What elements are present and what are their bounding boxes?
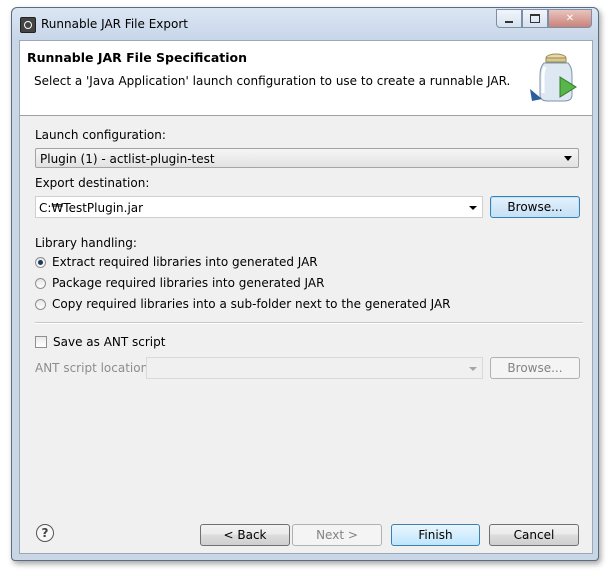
help-icon[interactable]: ? [36,524,54,542]
chevron-down-icon [469,367,477,371]
ant-script-location-label: ANT script location: [35,361,153,375]
radio-package-libraries[interactable] [35,278,46,289]
window-controls: ✕ [496,9,592,29]
library-handling-label: Library handling: [35,236,137,250]
wizard-header: Runnable JAR File Specification Select a… [20,41,592,116]
back-button[interactable]: < Back [200,524,290,546]
section-divider [35,322,583,324]
finish-button[interactable]: Finish [391,524,480,546]
radio-package-libraries-label[interactable]: Package required libraries into generate… [52,276,324,290]
minimize-icon [505,20,513,23]
radio-copy-libraries[interactable] [35,299,46,310]
chevron-down-icon [469,206,477,210]
close-button[interactable]: ✕ [548,9,592,28]
radio-extract-libraries-label[interactable]: Extract required libraries into generate… [52,255,318,269]
launch-configuration-value: Plugin (1) - actlist-plugin-test [40,152,215,166]
dialog-window: Runnable JAR File Export ✕ Runnable JAR … [11,7,599,561]
save-ant-script-checkbox[interactable] [35,336,47,348]
jar-export-icon [530,53,577,102]
close-icon: ✕ [565,13,575,24]
window-title: Runnable JAR File Export [41,17,188,31]
cancel-button[interactable]: Cancel [489,524,579,546]
launch-configuration-select[interactable]: Plugin (1) - actlist-plugin-test [35,148,579,168]
export-browse-button[interactable]: Browse... [490,196,580,218]
radio-copy-libraries-label[interactable]: Copy required libraries into a sub-folde… [52,297,451,311]
dialog-client-area: Runnable JAR File Specification Select a… [19,40,593,554]
radio-extract-libraries[interactable] [35,257,46,268]
launch-configuration-label: Launch configuration: [35,128,166,142]
maximize-button[interactable] [522,9,548,28]
ant-script-location-input[interactable] [146,357,483,379]
export-destination-value: C:₩TestPlugin.jar [39,201,144,215]
eclipse-app-icon [20,17,36,33]
export-destination-input[interactable]: C:₩TestPlugin.jar [35,196,483,218]
chevron-down-icon [564,156,572,161]
export-destination-label: Export destination: [35,176,150,190]
next-button[interactable]: Next > [292,524,382,546]
minimize-button[interactable] [496,9,522,28]
title-bar[interactable]: Runnable JAR File Export ✕ [12,8,598,40]
maximize-icon [530,14,540,23]
page-description: Select a 'Java Application' launch confi… [34,74,511,88]
save-ant-script-label[interactable]: Save as ANT script [53,335,165,349]
ant-browse-button[interactable]: Browse... [490,357,580,379]
page-title: Runnable JAR File Specification [27,50,248,65]
